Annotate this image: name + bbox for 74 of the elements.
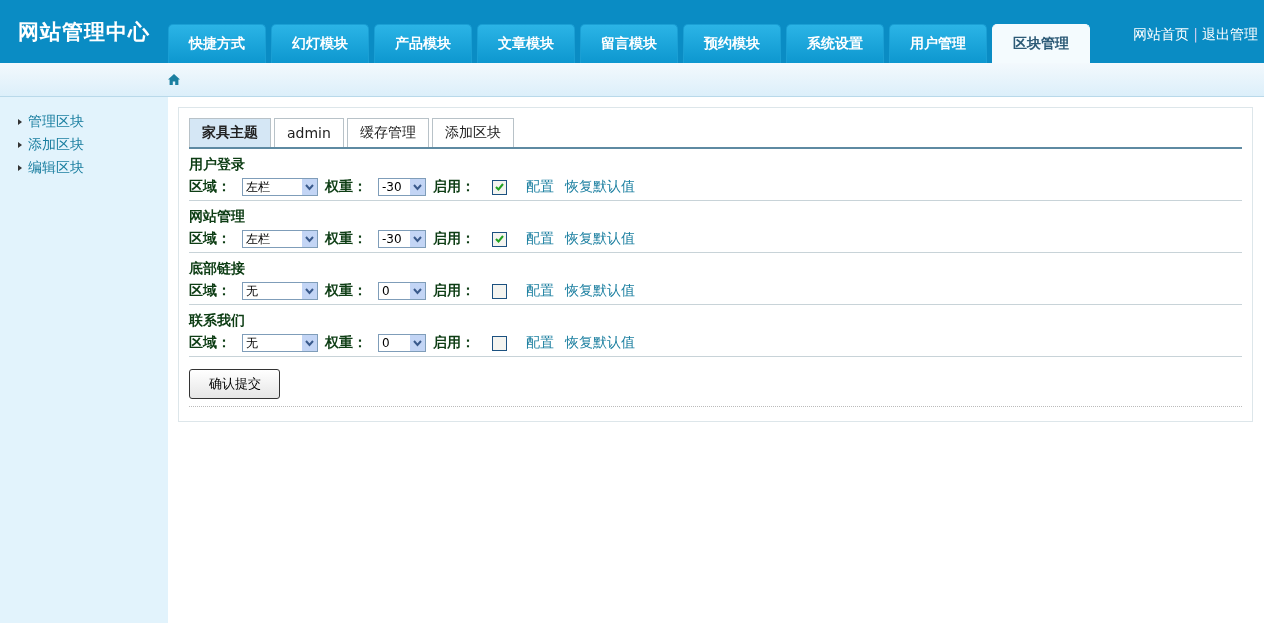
weight-select[interactable]: 0: [378, 334, 426, 352]
weight-select[interactable]: 0: [378, 282, 426, 300]
home-icon[interactable]: [168, 74, 180, 85]
action-link[interactable]: 配置: [526, 334, 554, 352]
weight-label: 权重：: [325, 334, 368, 352]
site-title: 网站管理中心: [17, 18, 151, 46]
nav-tab[interactable]: 幻灯模块: [271, 24, 369, 63]
sidebar-link[interactable]: 编辑区块: [18, 159, 168, 177]
tab[interactable]: 缓存管理: [346, 118, 429, 147]
sidebar-link-label: 添加区块: [28, 136, 84, 154]
region-label: 区域：: [189, 282, 232, 300]
caret-icon: [302, 335, 317, 351]
top-link[interactable]: 网站首页: [1133, 26, 1190, 44]
action-link[interactable]: 配置: [526, 282, 554, 300]
nav-tab[interactable]: 留言模块: [580, 24, 678, 63]
weight-label: 权重：: [325, 178, 368, 196]
submit-button[interactable]: 确认提交: [189, 369, 280, 399]
check-icon: [495, 235, 504, 243]
nav-tab[interactable]: 用户管理: [889, 24, 987, 63]
region-label: 区域：: [189, 334, 232, 352]
enabled-checkbox[interactable]: [492, 283, 507, 299]
action-link[interactable]: 恢复默认值: [565, 334, 635, 352]
tab[interactable]: 添加区块: [431, 118, 514, 147]
region-select[interactable]: 无: [242, 282, 318, 300]
bullet-icon: [18, 119, 22, 125]
caret-icon: [302, 283, 317, 299]
enabled-label: 启用：: [433, 334, 476, 352]
caret-icon: [302, 179, 317, 195]
enabled-checkbox[interactable]: [492, 231, 507, 247]
caret-icon: [410, 179, 425, 195]
bullet-icon: [18, 165, 22, 171]
link-separator: |: [1193, 26, 1198, 44]
region-select[interactable]: 左栏: [242, 178, 318, 196]
caret-icon: [302, 231, 317, 247]
action-link[interactable]: 配置: [526, 178, 554, 196]
top-link[interactable]: 退出管理: [1202, 26, 1258, 44]
tab[interactable]: 家具主题: [189, 118, 271, 147]
enabled-checkbox[interactable]: [492, 335, 507, 351]
caret-icon: [410, 231, 425, 247]
block-title: 网站管理: [189, 208, 246, 226]
region-select[interactable]: 左栏: [242, 230, 318, 248]
action-link[interactable]: 恢复默认值: [565, 282, 635, 300]
caret-icon: [410, 335, 425, 351]
nav-tab[interactable]: 文章模块: [477, 24, 575, 63]
enabled-label: 启用：: [433, 282, 476, 300]
weight-select[interactable]: -30: [378, 178, 426, 196]
nav-tab[interactable]: 区块管理: [992, 24, 1090, 63]
action-link[interactable]: 配置: [526, 230, 554, 248]
weight-label: 权重：: [325, 230, 368, 248]
block-title: 用户登录: [189, 156, 246, 174]
nav-tab[interactable]: 预约模块: [683, 24, 781, 63]
caret-icon: [410, 283, 425, 299]
region-select[interactable]: 无: [242, 334, 318, 352]
weight-label: 权重：: [325, 282, 368, 300]
sidebar-link[interactable]: 管理区块: [18, 113, 168, 131]
region-label: 区域：: [189, 230, 232, 248]
check-icon: [495, 183, 504, 191]
nav-tab[interactable]: 快捷方式: [168, 24, 266, 63]
block-title: 底部链接: [189, 260, 246, 278]
sidebar-link-label: 编辑区块: [28, 159, 84, 177]
enabled-label: 启用：: [433, 178, 476, 196]
nav-tab[interactable]: 产品模块: [374, 24, 472, 63]
sidebar-link[interactable]: 添加区块: [18, 136, 168, 154]
action-link[interactable]: 恢复默认值: [565, 178, 635, 196]
region-label: 区域：: [189, 178, 232, 196]
enabled-checkbox[interactable]: [492, 179, 507, 195]
nav-tab[interactable]: 系统设置: [786, 24, 884, 63]
bullet-icon: [18, 142, 22, 148]
enabled-label: 启用：: [433, 230, 476, 248]
block-title: 联系我们: [189, 312, 246, 330]
sidebar-link-label: 管理区块: [28, 113, 84, 131]
tab[interactable]: admin: [274, 118, 344, 147]
action-link[interactable]: 恢复默认值: [565, 230, 635, 248]
weight-select[interactable]: -30: [378, 230, 426, 248]
